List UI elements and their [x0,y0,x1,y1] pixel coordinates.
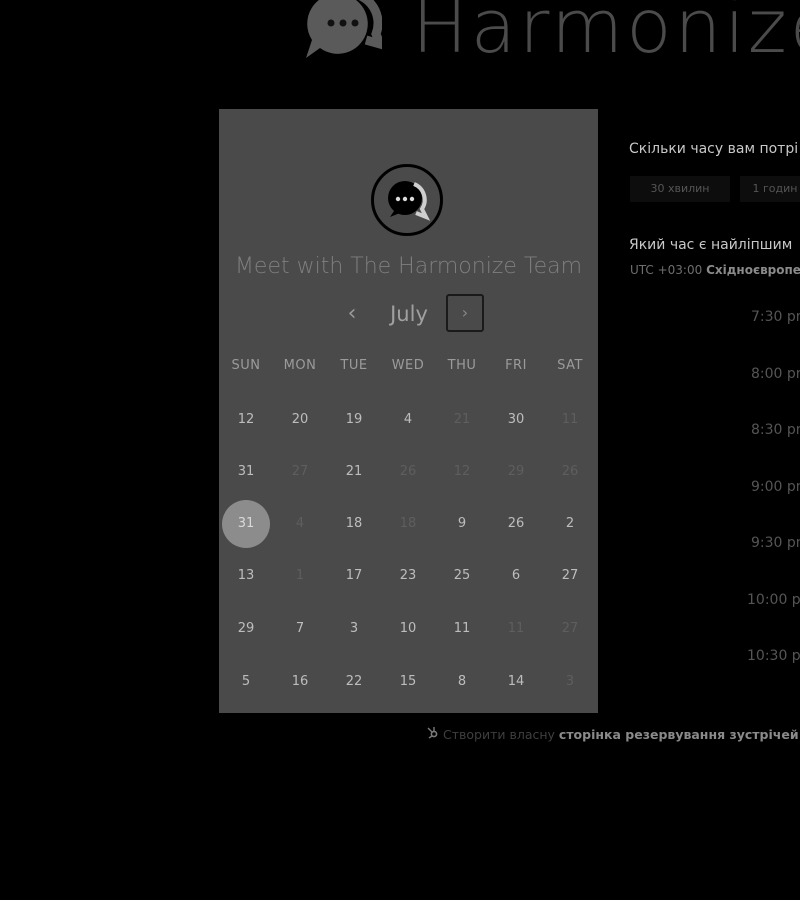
brand-header: Harmonize [300,0,800,72]
brand-name: Harmonize [412,0,800,70]
weekday-label: SUN [231,358,261,373]
calendar-day[interactable]: 11 [438,605,486,653]
time-slot-button[interactable]: 8:30 pm [751,422,800,438]
previous-month-button[interactable]: ‹ [340,300,364,328]
weekday-label: TUE [340,358,368,373]
calendar-day[interactable]: 31 [222,448,270,496]
calendar-day[interactable]: 27 [546,552,594,600]
weekday-label: FRI [505,358,527,373]
duration-question: Скільки часу вам потрі [629,141,799,157]
time-slot-button[interactable]: 10:30 pm [747,648,800,664]
calendar-day: 29 [507,464,525,479]
footer-bold-text: сторінка резервування зустрічей [558,727,799,742]
duration-option-60[interactable]: 1 годин [740,176,800,202]
calendar-day: 27 [561,621,579,636]
calendar-day[interactable]: 25 [438,552,486,600]
month-label: July [390,302,428,326]
selected-day[interactable]: 31 [222,500,270,548]
chat-bubble-icon [388,181,431,221]
timezone-name: Східноєвропе [706,263,800,277]
time-slot-button[interactable]: 7:30 pm [751,309,800,325]
calendar-day[interactable]: 5 [222,658,270,706]
weekday-label: WED [391,358,425,373]
calendar-day[interactable]: 9 [438,500,486,548]
weekday-label: SAT [557,358,583,373]
calendar-day[interactable]: 16 [276,658,324,706]
calendar-day[interactable]: 4 [384,396,432,444]
month-navigation: ‹ July › [219,294,598,334]
calendar-day[interactable]: 7 [276,605,324,653]
calendar-day: 12 [453,464,471,479]
time-slot-button[interactable]: 10:00 pm [747,592,800,608]
calendar-day[interactable]: 23 [384,552,432,600]
footer-plain-text: Створити власну [443,727,555,742]
calendar-day[interactable]: 10 [384,605,432,653]
weekday-label: MON [283,358,317,373]
calendar-day: 3 [565,674,575,689]
calendar-day[interactable]: 13 [222,552,270,600]
calendar-day: 11 [507,621,525,636]
timezone-offset: UTC +03:00 [630,263,703,277]
calendar-day[interactable]: 26 [492,500,540,548]
hubspot-sprocket-icon [426,726,439,742]
weekday-label: THU [447,358,477,373]
calendar-day[interactable]: 15 [384,658,432,706]
meeting-title: Meet with The Harmonize Team [234,254,583,279]
calendar-day: 26 [561,464,579,479]
calendar-day[interactable]: 8 [438,658,486,706]
calendar-day[interactable]: 21 [330,448,378,496]
calendar-day[interactable]: 14 [492,658,540,706]
time-slot-button[interactable]: 8:00 pm [751,366,800,382]
calendar-day[interactable]: 19 [330,396,378,444]
calendar-day: 4 [295,516,305,531]
calendar-panel: Meet with The Harmonize Team ‹ July › SU… [219,109,598,713]
calendar-day[interactable]: 6 [492,552,540,600]
calendar-day: 27 [291,464,309,479]
calendar-day[interactable]: 17 [330,552,378,600]
time-question: Який час є найліпшим [629,237,793,253]
calendar-day: 1 [295,568,305,583]
calendar-day: 21 [453,412,471,427]
team-avatar [371,164,443,236]
time-slot-button[interactable]: 9:30 pm [751,535,800,551]
calendar-day[interactable]: 22 [330,658,378,706]
calendar-day[interactable]: 29 [222,605,270,653]
calendar-day[interactable]: 30 [492,396,540,444]
calendar-day[interactable]: 3 [330,605,378,653]
brand-chat-logo-icon [300,0,388,66]
calendar-day: 26 [399,464,417,479]
timezone-selector[interactable]: UTC +03:00 Східноєвропе [630,263,800,277]
calendar-day[interactable]: 18 [330,500,378,548]
duration-option-30[interactable]: 30 хвилин [630,176,730,202]
calendar-day: 18 [399,516,417,531]
create-booking-page-link[interactable]: Створити власну сторінка резервування зу… [426,726,799,742]
calendar-day[interactable]: 20 [276,396,324,444]
calendar-day: 11 [561,412,579,427]
calendar-day[interactable]: 12 [222,396,270,444]
next-month-button[interactable]: › [446,294,484,332]
time-slot-button[interactable]: 9:00 pm [751,479,800,495]
calendar-day[interactable]: 2 [546,500,594,548]
